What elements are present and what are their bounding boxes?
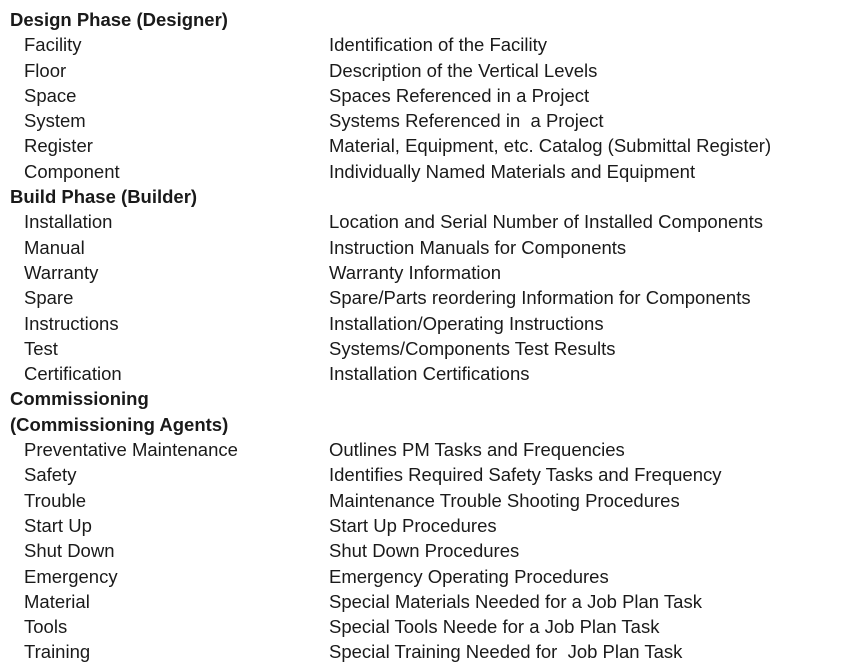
item-name: Shut Down — [24, 540, 115, 562]
item-description: Installation Certifications — [329, 363, 530, 385]
item-description: Special Materials Needed for a Job Plan … — [329, 590, 702, 612]
table-row: Start Up Start Up Procedures — [8, 513, 838, 538]
table-row: Trouble Maintenance Trouble Shooting Proc… — [8, 488, 838, 513]
item-description: Outlines PM Tasks and Frequencies — [329, 439, 625, 461]
item-name: Component — [24, 160, 120, 182]
item-description: Instruction Manuals for Components — [329, 236, 627, 258]
item-description: Emergency Operating Procedures — [329, 565, 609, 587]
table-row: Tools Special Tools Neede for a Job Plan … — [8, 614, 838, 639]
section-heading: Commissioning — [10, 388, 149, 410]
table-row: Training Special Training Needed for Job … — [8, 639, 838, 664]
item-name: Training — [24, 641, 91, 663]
table-row: Preventative Maintenance Outlines PM Task… — [8, 437, 838, 462]
item-name: Preventative Maintenance — [24, 439, 238, 461]
item-name: Material — [24, 590, 90, 612]
item-description: Identification of the Facility — [329, 34, 547, 56]
section-design-phase: Design Phase (Designer) Facility Identifi… — [8, 7, 838, 184]
item-description: Shut Down Procedures — [329, 540, 520, 562]
item-name: System — [24, 110, 86, 132]
item-name: Safety — [24, 464, 77, 486]
item-description: Description of the Vertical Levels — [329, 59, 598, 81]
item-name: Spare — [24, 287, 74, 309]
item-name: Floor — [24, 59, 67, 81]
item-name: Trouble — [24, 489, 87, 511]
item-description: Warranty Information — [329, 261, 502, 283]
item-description: Maintenance Trouble Shooting Procedures — [329, 489, 680, 511]
table-row: System Systems Referenced in a Project — [8, 108, 838, 133]
item-name: Register — [24, 135, 93, 157]
item-name: Emergency — [24, 565, 118, 587]
table-row: Safety Identifies Required Safety Tasks a… — [8, 462, 838, 487]
item-description: Special Tools Neede for a Job Plan Task — [329, 616, 660, 638]
table-row: Manual Instruction Manuals for Components — [8, 235, 838, 260]
table-row: Facility Identification of the Facility — [8, 32, 838, 57]
table-row: Emergency Emergency Operating Procedures — [8, 564, 838, 589]
item-description: Individually Named Materials and Equipme… — [329, 160, 696, 182]
item-name: Manual — [24, 236, 85, 258]
item-name: Facility — [24, 34, 82, 56]
section-build-phase: Build Phase (Builder) Installation Locati… — [8, 184, 838, 386]
section-heading: Build Phase (Builder) — [10, 186, 198, 208]
item-description: Spaces Referenced in a Project — [329, 84, 590, 106]
item-description: Spare/Parts reordering Information for C… — [329, 287, 751, 309]
item-description: Identifies Required Safety Tasks and Fre… — [329, 464, 722, 486]
item-name: Certification — [24, 363, 122, 385]
item-description: Systems Referenced in a Project — [329, 110, 604, 132]
table-row: Register Material, Equipment, etc. Catalo… — [8, 133, 838, 158]
item-description: Special Training Needed for Job Plan Tas… — [329, 641, 683, 663]
table-row: Certification Installation Certifications — [8, 361, 838, 386]
table-row: Floor Description of the Vertical Levels — [8, 58, 838, 83]
item-name: Instructions — [24, 312, 119, 334]
item-name: Tools — [24, 616, 68, 638]
item-description: Systems/Components Test Results — [329, 337, 616, 359]
table-row: Component Individually Named Materials an… — [8, 159, 838, 184]
item-name: Test — [24, 337, 58, 359]
item-description: Installation/Operating Instructions — [329, 312, 604, 334]
table-row: Shut Down Shut Down Procedures — [8, 538, 838, 563]
table-row: Space Spaces Referenced in a Project — [8, 83, 838, 108]
section-commissioning: Commissioning (Commissioning Agents) Pre… — [8, 386, 838, 664]
table-row: Spare Spare/Parts reordering Information … — [8, 285, 838, 310]
phase-table: Design Phase (Designer) Facility Identifi… — [8, 7, 838, 665]
item-description: Start Up Procedures — [329, 514, 497, 536]
item-name: Space — [24, 84, 77, 106]
section-heading: Design Phase (Designer) — [10, 9, 228, 30]
item-name: Start Up — [24, 514, 92, 536]
table-row: Instructions Installation/Operating Instr… — [8, 311, 838, 336]
table-row: Installation Location and Serial Number o… — [8, 209, 838, 234]
section-heading-subtitle: (Commissioning Agents) — [10, 413, 229, 435]
table-row: Warranty Warranty Information — [8, 260, 838, 285]
item-description: Material, Equipment, etc. Catalog (Submi… — [329, 135, 772, 157]
item-name: Installation — [24, 211, 113, 233]
table-row: Material Special Materials Needed for a J… — [8, 589, 838, 614]
table-row: Test Systems/Components Test Results — [8, 336, 838, 361]
item-description: Location and Serial Number of Installed … — [329, 211, 763, 233]
item-name: Warranty — [24, 261, 99, 283]
